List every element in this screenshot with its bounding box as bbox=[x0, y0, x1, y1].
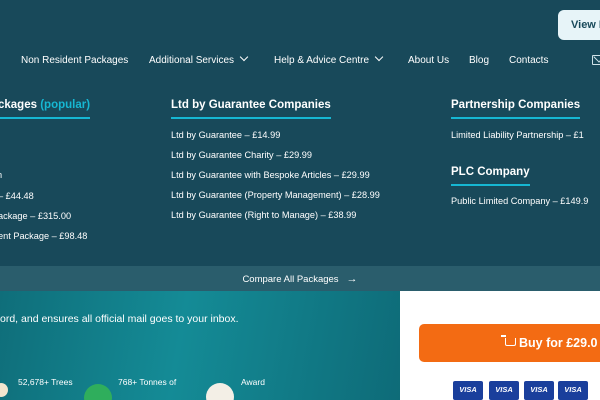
arrow-right-icon: → bbox=[346, 273, 358, 285]
menu-link[interactable]: Ltd by Guarantee (Right to Manage) – £38… bbox=[171, 210, 356, 220]
visa-card-icon: VISA bbox=[453, 381, 483, 400]
menu-link[interactable]: Ltd by Guarantee – £14.99 bbox=[171, 130, 280, 140]
nav-label: Non Resident Packages bbox=[21, 55, 129, 66]
mail-icon[interactable] bbox=[592, 55, 600, 65]
menu-link[interactable]: ent Package – £98.48 bbox=[0, 231, 87, 241]
popular-tag: (popular) bbox=[40, 99, 91, 111]
column-title-text: ckages bbox=[0, 99, 38, 111]
nav-label: About Us bbox=[408, 55, 450, 66]
nav-label: Contacts bbox=[509, 55, 549, 66]
compare-bar: Compare All Packages → bbox=[0, 266, 600, 291]
nav-non-resident-packages[interactable]: Non Resident Packages bbox=[21, 55, 128, 66]
packages-mega-menu: ckages (popular) n – £44.48 ackage – £31… bbox=[0, 74, 600, 266]
nav-blog[interactable]: Blog bbox=[469, 55, 489, 66]
visa-card-icon: VISA bbox=[558, 381, 588, 400]
nav-help-advice-centre[interactable]: Help & Advice Centre bbox=[274, 52, 384, 66]
menu-link[interactable]: Public Limited Company – £149.9 bbox=[451, 196, 588, 206]
compare-all-packages-link[interactable]: Compare All Packages → bbox=[242, 266, 357, 285]
view-packages-button[interactable]: View P bbox=[558, 10, 600, 40]
menu-link[interactable]: – £44.48 bbox=[0, 191, 34, 201]
nav-contacts[interactable]: Contacts bbox=[509, 55, 548, 66]
column-title-plc: PLC Company bbox=[451, 166, 530, 186]
menu-link[interactable]: Ltd by Guarantee Charity – £29.99 bbox=[171, 150, 312, 160]
menu-link[interactable]: n bbox=[0, 170, 2, 180]
chevron-down-icon bbox=[374, 52, 384, 62]
menu-link[interactable]: ackage – £315.00 bbox=[0, 211, 71, 221]
tree-icon bbox=[0, 383, 8, 397]
column-title-ltd-by-guarantee: Ltd by Guarantee Companies bbox=[171, 99, 331, 119]
compare-label: Compare All Packages bbox=[242, 274, 339, 285]
cart-icon bbox=[501, 335, 516, 346]
menu-link[interactable]: Ltd by Guarantee with Bespoke Articles –… bbox=[171, 170, 370, 180]
column-title-packages: ckages (popular) bbox=[0, 99, 91, 119]
nav-label: Help & Advice Centre bbox=[274, 55, 370, 66]
visa-debit-card-icon: VISA bbox=[524, 381, 554, 400]
nav-additional-services[interactable]: Additional Services bbox=[149, 52, 249, 66]
chevron-down-icon bbox=[239, 52, 249, 62]
nav-label: Additional Services bbox=[149, 55, 235, 66]
recycle-icon bbox=[84, 384, 112, 400]
hero-section: ord, and ensures all official mail goes … bbox=[0, 291, 400, 400]
hero-description: ord, and ensures all official mail goes … bbox=[0, 313, 239, 325]
award-badge: Award bbox=[241, 377, 265, 387]
award-logo-icon bbox=[206, 383, 234, 400]
menu-link[interactable]: Limited Liability Partnership – £1 bbox=[451, 130, 584, 140]
top-header: View P bbox=[0, 0, 600, 48]
main-nav: Non Resident Packages Additional Service… bbox=[0, 48, 600, 74]
trees-badge: 52,678+ Trees bbox=[18, 377, 73, 387]
nav-label: Blog bbox=[469, 55, 490, 66]
menu-link[interactable]: Ltd by Guarantee (Property Management) –… bbox=[171, 190, 380, 200]
tonnes-badge: 768+ Tonnes of bbox=[118, 377, 177, 387]
column-title-partnership: Partnership Companies bbox=[451, 99, 581, 119]
nav-about-us[interactable]: About Us bbox=[408, 55, 449, 66]
visa-electron-card-icon: VISA bbox=[489, 381, 519, 400]
